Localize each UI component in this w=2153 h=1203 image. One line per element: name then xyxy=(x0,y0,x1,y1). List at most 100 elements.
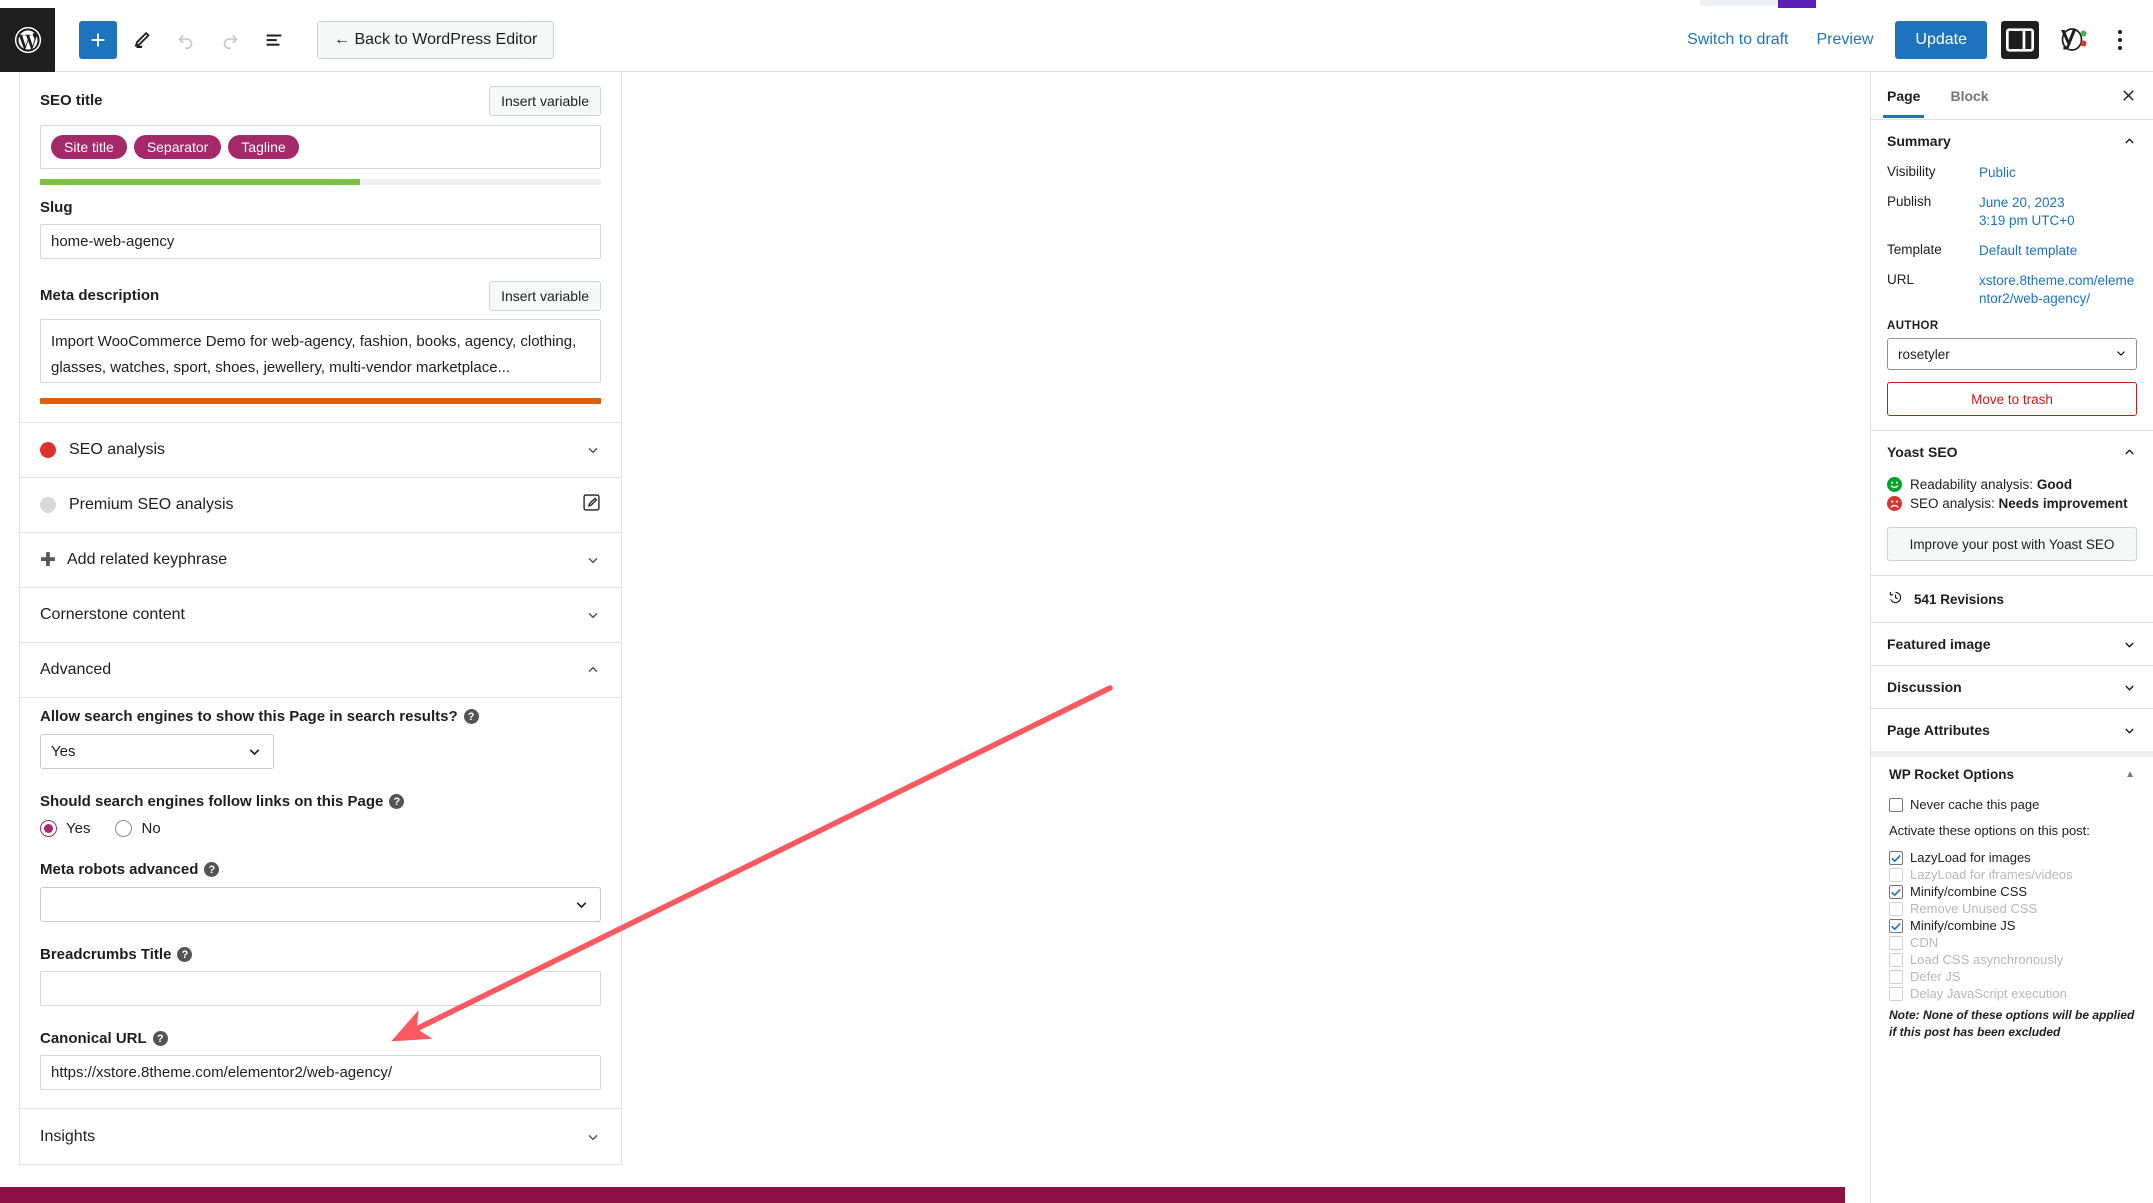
seo-analysis-value: Needs improvement xyxy=(1998,496,2128,511)
seo-title-length-progress xyxy=(40,179,601,185)
variable-chip-separator[interactable]: Separator xyxy=(133,135,222,159)
accordion-advanced[interactable]: Advanced xyxy=(20,643,621,698)
activate-options-text: Activate these options on this post: xyxy=(1889,823,2090,838)
help-icon[interactable]: ? xyxy=(463,709,479,724)
featured-image-section-header[interactable]: Featured image xyxy=(1871,623,2153,665)
add-block-button[interactable] xyxy=(79,20,117,59)
page-attributes-title: Page Attributes xyxy=(1887,722,1990,738)
tab-page[interactable]: Page xyxy=(1882,75,1928,118)
chevron-down-icon xyxy=(2122,680,2137,695)
publish-value[interactable]: June 20, 2023 3:19 pm UTC+0 xyxy=(1979,194,2075,230)
wp-rocket-options-title: WP Rocket Options xyxy=(1889,766,2015,782)
plus-icon: ✚ xyxy=(40,549,56,571)
readability-analysis-value: Good xyxy=(2036,477,2073,492)
wp-rocket-option-checkbox[interactable] xyxy=(1889,885,1903,899)
wp-rocket-option-checkbox[interactable] xyxy=(1889,851,1903,865)
author-select-wrapper: rosetyler xyxy=(1887,338,2137,370)
document-overview-icon[interactable] xyxy=(255,21,293,59)
wp-rocket-option-checkbox xyxy=(1889,902,1903,916)
never-cache-checkbox[interactable] xyxy=(1889,798,1903,812)
move-to-trash-button[interactable]: Move to trash xyxy=(1887,382,2137,416)
chevron-up-icon xyxy=(2122,445,2137,460)
slug-input[interactable] xyxy=(40,224,601,259)
seo-score-bullet-icon xyxy=(40,442,56,458)
seo-analysis-text: SEO analysis: Needs improvement xyxy=(1910,496,2128,511)
tools-pencil-icon[interactable] xyxy=(123,21,161,59)
chevron-up-icon xyxy=(2122,134,2137,149)
wp-rocket-option-row: CDN xyxy=(1889,935,2135,950)
help-icon[interactable]: ? xyxy=(389,794,405,809)
advanced-panel-body: Allow search engines to show this Page i… xyxy=(20,698,621,1109)
redo-icon[interactable] xyxy=(211,21,249,59)
publish-label: Publish xyxy=(1887,194,1932,209)
yoast-seo-icon[interactable] xyxy=(2055,23,2089,57)
seo-title-input[interactable]: Site title Separator Tagline xyxy=(40,125,601,169)
chevron-down-icon xyxy=(2122,723,2137,738)
wp-rocket-option-row: Delay JavaScript execution xyxy=(1889,986,2135,1001)
insert-variable-button-title[interactable]: Insert variable xyxy=(489,86,601,116)
preview-button[interactable]: Preview xyxy=(1803,23,1888,57)
close-icon[interactable] xyxy=(2120,87,2137,104)
tab-block[interactable]: Block xyxy=(1950,75,1996,117)
allow-search-engines-select[interactable]: Yes xyxy=(40,734,274,769)
allow-search-engines-label: Allow search engines to show this Page i… xyxy=(40,708,601,725)
switch-to-draft-button[interactable]: Switch to draft xyxy=(1673,23,1802,57)
yoast-seo-section-header[interactable]: Yoast SEO xyxy=(1871,431,2153,473)
revisions-row[interactable]: 541 Revisions xyxy=(1871,576,2153,622)
edit-icon[interactable] xyxy=(582,493,601,517)
template-value[interactable]: Default template xyxy=(1979,242,2077,260)
improve-post-with-yoast-button[interactable]: Improve your post with Yoast SEO xyxy=(1887,527,2137,561)
insert-variable-button-description[interactable]: Insert variable xyxy=(489,281,601,311)
update-button[interactable]: Update xyxy=(1895,20,1987,59)
seo-analysis-row: SEO analysis: Needs improvement xyxy=(1887,496,2137,511)
wp-rocket-option-label: Remove Unused CSS xyxy=(1910,901,2038,916)
back-to-wordpress-editor-button[interactable]: ← Back to WordPress Editor xyxy=(317,20,555,59)
help-icon[interactable]: ? xyxy=(152,1031,168,1046)
follow-links-label: Should search engines follow links on th… xyxy=(40,793,601,810)
summary-section-header[interactable]: Summary xyxy=(1871,120,2153,162)
follow-links-radio-yes[interactable] xyxy=(40,820,57,837)
wp-rocket-option-checkbox[interactable] xyxy=(1889,919,1903,933)
canonical-url-input[interactable] xyxy=(40,1055,601,1090)
discussion-title: Discussion xyxy=(1887,679,1962,695)
accordion-label-add-related-keyphrase: Add related keyphrase xyxy=(67,551,228,568)
meta-robots-advanced-select[interactable] xyxy=(40,887,601,922)
wp-rocket-options-header[interactable]: WP Rocket Options ▲ xyxy=(1871,751,2153,791)
undo-icon[interactable] xyxy=(167,21,205,59)
url-label: URL xyxy=(1887,272,1915,287)
url-value[interactable]: xstore.8theme.com/elementor2/web-agency/ xyxy=(1979,272,2137,308)
breadcrumbs-title-input[interactable] xyxy=(40,971,601,1006)
accordion-label-premium-seo-analysis: Premium SEO analysis xyxy=(69,496,234,513)
discussion-section-header[interactable]: Discussion xyxy=(1871,666,2153,708)
wp-rocket-option-row: Load CSS asynchronously xyxy=(1889,952,2135,967)
chevron-down-icon xyxy=(2122,637,2137,652)
visibility-value[interactable]: Public xyxy=(1979,164,2016,182)
accordion-insights[interactable]: Insights xyxy=(20,1109,621,1164)
help-icon[interactable]: ? xyxy=(177,947,193,962)
help-icon[interactable]: ? xyxy=(204,862,220,877)
variable-chip-site-title[interactable]: Site title xyxy=(51,135,127,159)
meta-robots-advanced-select-wrapper xyxy=(40,887,601,922)
meta-robots-advanced-label: Meta robots advanced ? xyxy=(40,861,601,878)
wordpress-logo-icon[interactable] xyxy=(0,7,55,72)
accordion-cornerstone-content[interactable]: Cornerstone content xyxy=(20,588,621,643)
meta-description-input[interactable]: Import WooCommerce Demo for web-agency, … xyxy=(40,319,601,383)
slug-label: Slug xyxy=(40,199,73,216)
readability-analysis-text: Readability analysis: Good xyxy=(1910,477,2073,492)
accordion-add-related-keyphrase[interactable]: ✚ Add related keyphrase xyxy=(20,533,621,588)
wp-rocket-options-body: Never cache this page Activate these opt… xyxy=(1871,791,2153,1051)
accordion-premium-seo-analysis[interactable]: Premium SEO analysis xyxy=(20,478,621,533)
accordion-seo-analysis[interactable]: SEO analysis xyxy=(20,423,621,478)
more-options-icon[interactable] xyxy=(2103,23,2137,57)
never-cache-row: Never cache this page xyxy=(1889,797,2135,812)
settings-sidebar-toggle-icon[interactable] xyxy=(2001,20,2039,59)
smiley-good-icon xyxy=(1887,477,1902,492)
chevron-up-icon xyxy=(585,662,601,678)
summary-row-template: Template Default template xyxy=(1887,242,2137,260)
variable-chip-tagline[interactable]: Tagline xyxy=(228,135,299,159)
follow-links-radio-no[interactable] xyxy=(115,820,133,837)
meta-description-length-progress xyxy=(40,398,601,404)
page-attributes-section-header[interactable]: Page Attributes xyxy=(1871,709,2153,751)
wp-rocket-option-row: Remove Unused CSS xyxy=(1889,901,2135,916)
author-select[interactable]: rosetyler xyxy=(1887,338,2137,370)
